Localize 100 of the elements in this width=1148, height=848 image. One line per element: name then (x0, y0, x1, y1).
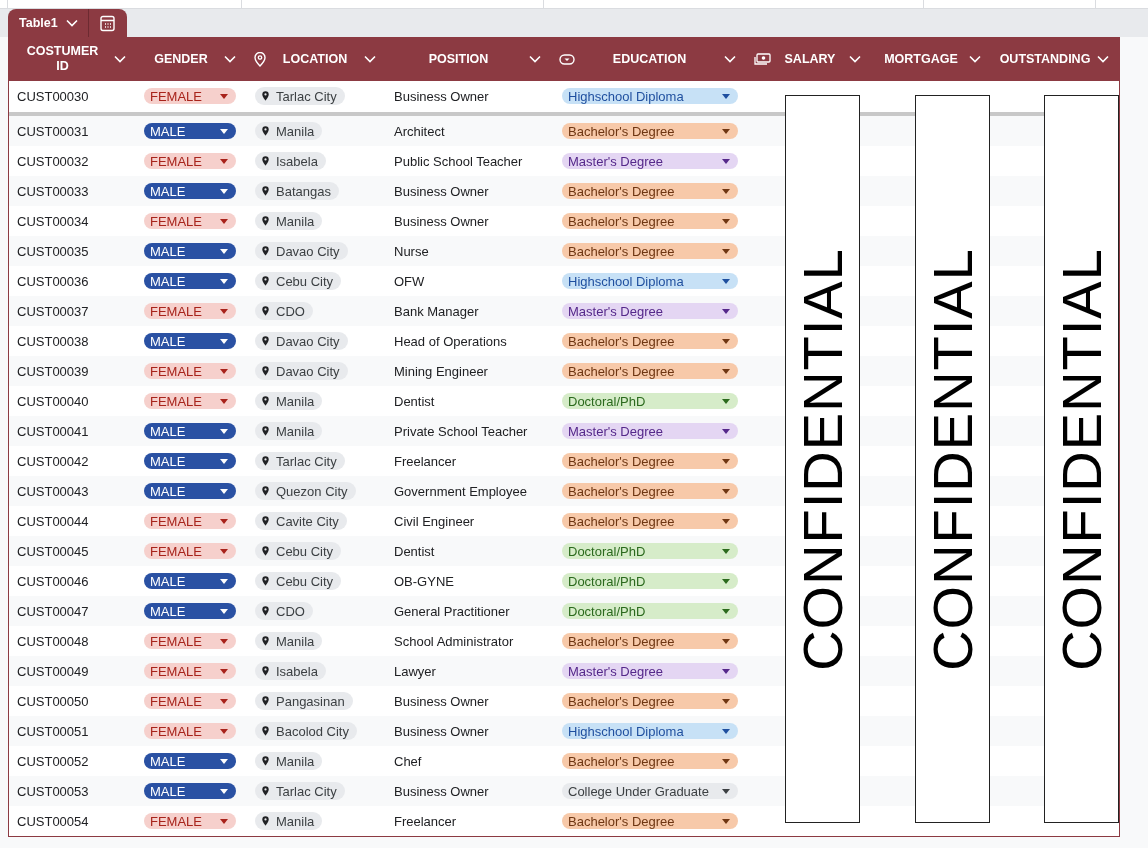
chevron-icon[interactable] (529, 55, 541, 63)
gender-chip[interactable]: MALE (144, 333, 236, 349)
location-chip: Manila (255, 632, 323, 650)
gender-chip[interactable]: MALE (144, 273, 236, 289)
position-cell: Public School Teacher (394, 153, 523, 169)
education-chip[interactable]: Bachelor's Degree (562, 483, 738, 499)
location-pin-icon (262, 396, 269, 406)
position-cell: Head of Operations (394, 333, 507, 349)
gender-chip[interactable]: FEMALE (144, 213, 236, 229)
gender-chip[interactable]: MALE (144, 483, 236, 499)
column-header[interactable]: POSITION (394, 51, 523, 67)
gender-chip[interactable]: FEMALE (144, 153, 236, 169)
gender-chip[interactable]: FEMALE (144, 363, 236, 379)
position-cell: OB-GYNE (394, 573, 454, 589)
chevron-icon[interactable] (224, 55, 236, 63)
gender-chip[interactable]: MALE (144, 453, 236, 469)
gender-chip[interactable]: FEMALE (144, 633, 236, 649)
gender-chip[interactable]: FEMALE (144, 693, 236, 709)
position-cell: OFW (394, 273, 425, 289)
gender-chip[interactable]: MALE (144, 123, 236, 139)
confidential-label: CONFIDENTIAL (915, 95, 990, 823)
column-header[interactable]: GENDER (144, 51, 218, 67)
position-cell: Civil Engineer (394, 513, 475, 529)
gender-chip[interactable]: MALE (144, 423, 236, 439)
gender-chip[interactable]: FEMALE (144, 88, 236, 104)
education-chip[interactable]: Doctoral/PhD (562, 543, 738, 559)
education-chip[interactable]: Bachelor's Degree (562, 213, 738, 229)
column-header[interactable]: COSTUMER ID (17, 44, 108, 74)
education-chip[interactable]: Bachelor's Degree (562, 183, 738, 199)
column-header[interactable]: MORTGAGE (879, 51, 963, 67)
chevron-icon[interactable] (849, 55, 861, 63)
education-chip[interactable]: Doctoral/PhD (562, 603, 738, 619)
education-chip[interactable]: Highschool Diploma (562, 723, 738, 739)
gender-chip[interactable]: MALE (144, 573, 236, 589)
education-chip[interactable]: Doctoral/PhD (562, 393, 738, 409)
chevron-icon[interactable] (1097, 55, 1109, 63)
location-chip: Manila (255, 812, 323, 830)
education-chip[interactable]: Master's Degree (562, 153, 738, 169)
education-chip[interactable]: Doctoral/PhD (562, 573, 738, 589)
customer-id-cell: CUST00052 (17, 753, 89, 769)
gender-chip[interactable]: MALE (144, 783, 236, 799)
gender-chip[interactable]: MALE (144, 183, 236, 199)
education-chip[interactable]: Bachelor's Degree (562, 633, 738, 649)
column-header[interactable]: OUTSTANDING (999, 51, 1091, 67)
customer-id-cell: CUST00039 (17, 363, 89, 379)
position-cell: Business Owner (394, 88, 489, 104)
education-chip[interactable]: Bachelor's Degree (562, 243, 738, 259)
location-chip: Cebu City (255, 572, 342, 590)
column-header[interactable]: LOCATION (272, 51, 358, 67)
education-chip[interactable]: Bachelor's Degree (562, 513, 738, 529)
position-cell: Lawyer (394, 663, 436, 679)
column-header[interactable]: SALARY (777, 51, 843, 67)
education-chip[interactable]: Highschool Diploma (562, 273, 738, 289)
gender-chip[interactable]: FEMALE (144, 813, 236, 829)
gender-chip[interactable]: FEMALE (144, 303, 236, 319)
location-chip: Manila (255, 752, 323, 770)
education-chip[interactable]: Bachelor's Degree (562, 813, 738, 829)
table-icon (99, 14, 117, 32)
education-chip[interactable]: College Under Graduate (562, 783, 738, 799)
gender-chip[interactable]: FEMALE (144, 543, 236, 559)
gender-chip[interactable]: FEMALE (144, 663, 236, 679)
education-chip[interactable]: Master's Degree (562, 423, 738, 439)
position-cell: Freelancer (394, 453, 457, 469)
customer-id-cell: CUST00045 (17, 543, 89, 559)
chevron-icon[interactable] (65, 19, 78, 27)
chevron-icon[interactable] (969, 55, 981, 63)
gender-chip[interactable]: FEMALE (144, 513, 236, 529)
education-chip[interactable]: Master's Degree (562, 663, 738, 679)
location-chip: Manila (255, 422, 323, 440)
position-cell: Nurse (394, 243, 429, 259)
gender-chip[interactable]: MALE (144, 753, 236, 769)
customer-id-cell: CUST00032 (17, 153, 89, 169)
column-header[interactable]: EDUCATION (581, 51, 718, 67)
location-chip: Cavite City (255, 512, 347, 530)
education-chip[interactable]: Bachelor's Degree (562, 693, 738, 709)
position-cell: Government Employee (394, 483, 527, 499)
position-cell: Business Owner (394, 183, 489, 199)
chevron-icon[interactable] (114, 55, 126, 63)
location-chip: Tarlac City (255, 782, 345, 800)
gender-chip[interactable]: MALE (144, 603, 236, 619)
education-chip[interactable]: Bachelor's Degree (562, 453, 738, 469)
chevron-icon[interactable] (724, 55, 736, 63)
gender-chip[interactable]: MALE (144, 243, 236, 259)
location-chip: Davao City (255, 242, 348, 260)
education-chip[interactable]: Master's Degree (562, 303, 738, 319)
position-cell: Business Owner (394, 213, 489, 229)
education-chip[interactable]: Bachelor's Degree (562, 333, 738, 349)
education-chip[interactable]: Bachelor's Degree (562, 123, 738, 139)
customer-id-cell: CUST00054 (17, 813, 89, 829)
chevron-icon[interactable] (364, 55, 376, 63)
location-chip: Manila (255, 122, 323, 140)
location-chip: Manila (255, 392, 323, 410)
education-chip[interactable]: Bachelor's Degree (562, 363, 738, 379)
gender-chip[interactable]: FEMALE (144, 393, 236, 409)
customer-id-cell: CUST00051 (17, 723, 89, 739)
education-chip[interactable]: Highschool Diploma (562, 88, 738, 104)
location-pin-icon (262, 636, 269, 646)
position-cell: Business Owner (394, 783, 489, 799)
education-chip[interactable]: Bachelor's Degree (562, 753, 738, 769)
gender-chip[interactable]: FEMALE (144, 723, 236, 739)
